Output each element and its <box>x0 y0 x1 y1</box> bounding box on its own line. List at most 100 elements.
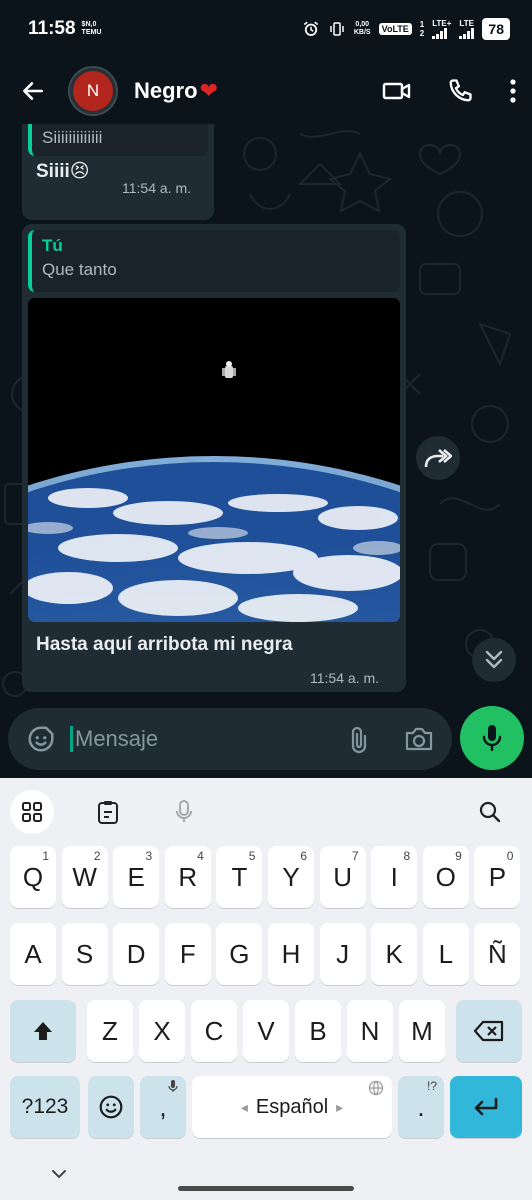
key-ñ[interactable]: Ñ <box>474 923 521 985</box>
key-f[interactable]: F <box>164 923 211 985</box>
apps-grid-button[interactable] <box>10 790 54 834</box>
lte-label-2: LTE <box>459 19 474 28</box>
microphone-hint-icon <box>168 1080 178 1092</box>
contact-name[interactable]: Negro❤ <box>134 78 218 104</box>
key-label: M <box>411 1015 433 1046</box>
paperclip-icon[interactable] <box>348 724 370 754</box>
voice-input-button[interactable] <box>162 790 206 834</box>
enter-key[interactable] <box>450 1076 522 1138</box>
key-d[interactable]: D <box>113 923 160 985</box>
more-vert-icon[interactable] <box>508 78 518 104</box>
message-bubble[interactable]: Tú Que tanto Hasta aquí arribota mi negr… <box>22 224 406 692</box>
space-key[interactable]: ◂ Español ▸ <box>192 1076 392 1138</box>
space-right-arrow: ▸ <box>336 1098 344 1115</box>
heart-emoji: ❤ <box>199 78 218 103</box>
message-bubble[interactable]: Tú Siiiiiiiiiiiii Siiii😣 11:54 a. m. <box>22 124 214 220</box>
key-label: E <box>127 861 145 892</box>
shift-key[interactable] <box>10 1000 76 1062</box>
key-hint: 6 <box>300 849 307 863</box>
message-time: 11:54 a. m. <box>122 180 192 196</box>
quote-author: Tú <box>42 124 198 126</box>
status-mini-label-2: TEMU <box>81 29 102 36</box>
key-y[interactable]: Y6 <box>268 846 314 908</box>
soft-keyboard: ?123 , ◂ Español ▸ . !? Q1W2E3R4T5Y6U7I8… <box>0 778 532 1200</box>
key-x[interactable]: X <box>139 1000 185 1062</box>
key-i[interactable]: I8 <box>371 846 418 908</box>
period-key[interactable]: . !? <box>398 1076 444 1138</box>
double-chevron-down-icon <box>485 650 503 669</box>
video-camera-icon[interactable] <box>382 79 412 103</box>
signal-sim-2: LTE <box>459 19 475 39</box>
key-t[interactable]: T5 <box>216 846 263 908</box>
sticker-icon[interactable] <box>26 724 56 754</box>
period-label: . <box>417 1091 425 1122</box>
chat-header: N Negro❤ <box>0 58 532 124</box>
voice-message-button[interactable] <box>460 706 524 770</box>
key-w[interactable]: W2 <box>61 846 108 908</box>
camera-icon[interactable] <box>404 726 434 752</box>
status-indicators: 0,00 KB/S VoLTE 12 LTE+ LTE 78 <box>302 18 510 40</box>
emoji-key[interactable] <box>88 1076 134 1138</box>
key-k[interactable]: K <box>371 923 418 985</box>
key-s[interactable]: S <box>61 923 108 985</box>
key-n[interactable]: N <box>347 1000 393 1062</box>
chat-area[interactable]: Tú Siiiiiiiiiiiii Siiii😣 11:54 a. m. Tú … <box>0 124 532 778</box>
key-u[interactable]: U7 <box>319 846 366 908</box>
back-button[interactable] <box>18 76 48 106</box>
key-h[interactable]: H <box>268 923 314 985</box>
enter-icon <box>474 1097 498 1116</box>
phone-icon[interactable] <box>446 77 474 105</box>
message-input-bar[interactable]: Mensaje <box>8 708 452 770</box>
key-r[interactable]: R4 <box>164 846 211 908</box>
comma-key[interactable]: , <box>140 1076 186 1138</box>
key-hint: 8 <box>403 849 411 863</box>
message-input[interactable]: Mensaje <box>70 726 348 752</box>
key-label: Y <box>282 861 300 892</box>
sim-2: 2 <box>419 29 425 38</box>
quote-text: Que tanto <box>42 260 117 279</box>
shift-icon <box>34 1022 52 1040</box>
hide-keyboard-icon[interactable] <box>50 1168 68 1180</box>
battery-level: 78 <box>482 18 510 40</box>
image-attachment[interactable] <box>28 298 400 622</box>
key-l[interactable]: L <box>422 923 469 985</box>
status-time: 11:58 <box>28 18 76 39</box>
key-m[interactable]: M <box>399 1000 445 1062</box>
symbols-key[interactable]: ?123 <box>10 1076 80 1138</box>
network-speed: 0,00 KB/S <box>354 21 371 37</box>
alarm-icon <box>303 21 319 36</box>
avatar[interactable]: N <box>68 66 118 116</box>
volte-badge: VoLTE <box>378 23 412 35</box>
key-j[interactable]: J <box>319 923 366 985</box>
key-e[interactable]: E3 <box>113 846 160 908</box>
key-b[interactable]: B <box>295 1000 341 1062</box>
clipboard-button[interactable] <box>86 790 130 834</box>
key-p[interactable]: P0 <box>474 846 521 908</box>
key-v[interactable]: V <box>243 1000 289 1062</box>
backspace-key[interactable] <box>456 1000 522 1062</box>
forward-button[interactable] <box>416 436 460 480</box>
key-hint: 3 <box>145 849 153 863</box>
key-label: F <box>179 938 196 969</box>
status-mini-label-1: $N,0 <box>81 21 97 28</box>
speed-value: 0,00 <box>355 21 370 28</box>
quoted-message[interactable]: Tú Que tanto <box>28 230 400 292</box>
keyboard-search-button[interactable] <box>468 790 512 834</box>
key-label: U <box>333 861 352 892</box>
key-g[interactable]: G <box>216 923 263 985</box>
key-z[interactable]: Z <box>87 1000 133 1062</box>
scroll-to-bottom-button[interactable] <box>472 638 516 682</box>
key-label: R <box>178 861 198 892</box>
key-label: X <box>153 1015 171 1046</box>
key-label: K <box>385 938 403 969</box>
quoted-message[interactable]: Tú Siiiiiiiiiiiii <box>28 124 208 156</box>
key-a[interactable]: A <box>10 923 56 985</box>
gesture-navigation-pill[interactable] <box>178 1186 354 1191</box>
key-o[interactable]: O9 <box>422 846 469 908</box>
key-q[interactable]: Q1 <box>10 846 56 908</box>
key-label: Ñ <box>488 938 507 969</box>
backspace-icon <box>473 1020 504 1042</box>
key-hint: 9 <box>455 849 462 863</box>
key-hint: 4 <box>197 849 204 863</box>
key-c[interactable]: C <box>191 1000 237 1062</box>
